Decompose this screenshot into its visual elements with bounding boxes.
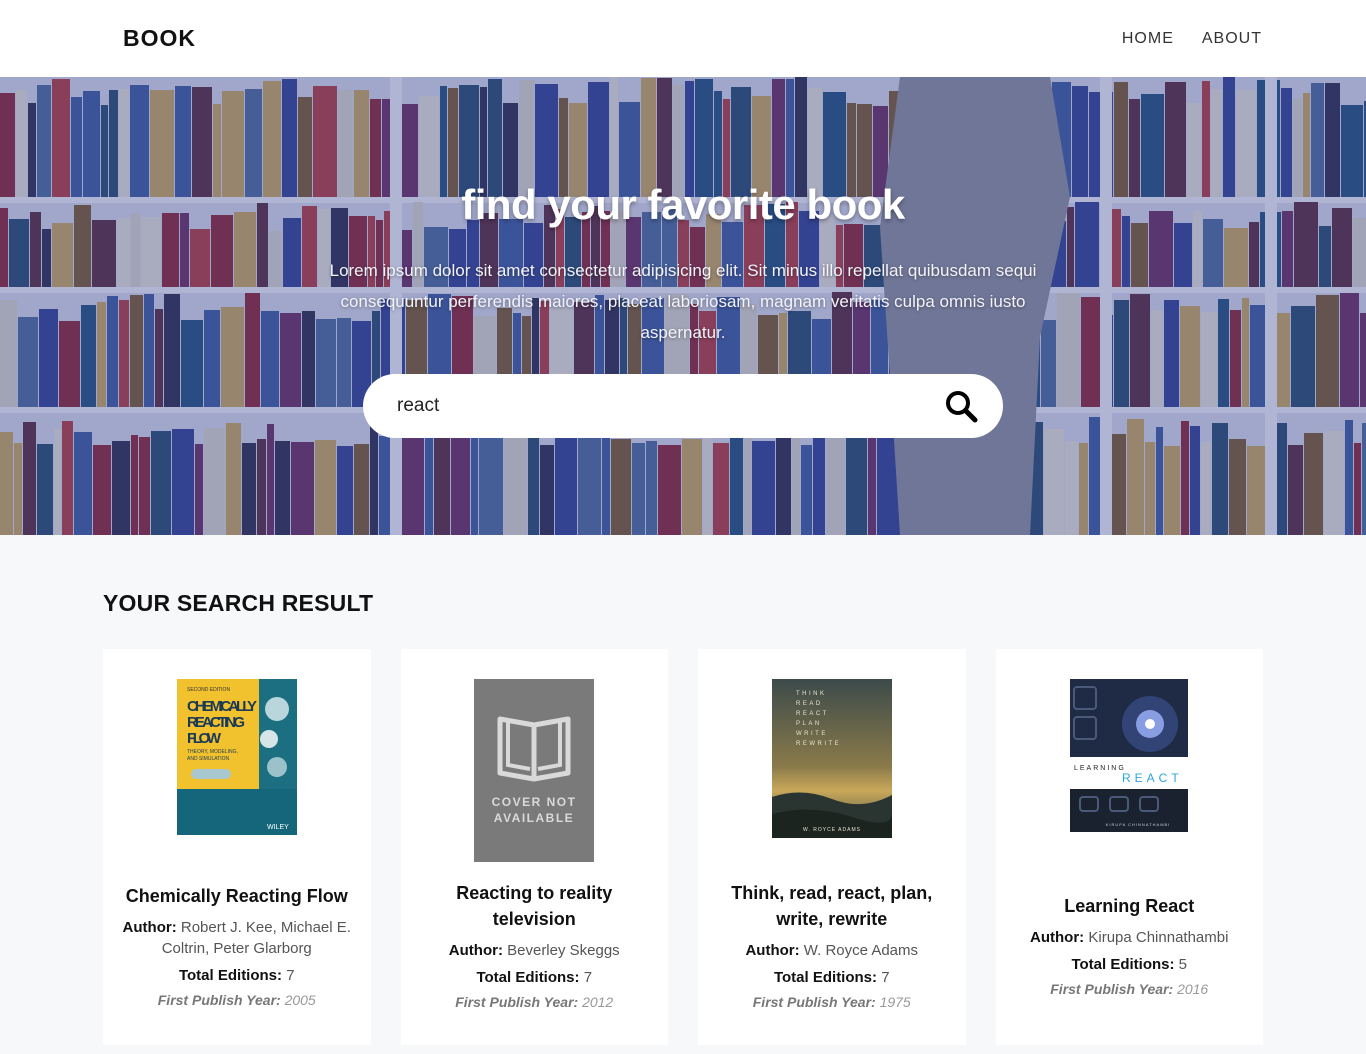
nav-about-link[interactable]: ABOUT <box>1202 30 1262 48</box>
book-cover: LEARNING REACT KIRUPA CHINNATHAMBI <box>1070 679 1189 869</box>
editions-label: Total Editions: <box>178 966 283 984</box>
book-title[interactable]: Reacting to reality television <box>417 880 653 932</box>
cover-word-4: PLAN <box>796 721 822 727</box>
book-publish-year: First Publish Year: 1975 <box>714 994 950 1010</box>
book-card[interactable]: THINK READ REACT PLAN WRITE REWRITE W. R… <box>698 649 966 1045</box>
book-cover-image: THINK READ REACT PLAN WRITE REWRITE W. R… <box>771 679 892 838</box>
cover-title-line-1: CHEMICALLY <box>187 698 257 715</box>
book-author: Author: W. Royce Adams <box>714 940 950 961</box>
search-input[interactable] <box>397 395 941 417</box>
author-label: Author: <box>1030 929 1085 946</box>
results-heading: YOUR SEARCH RESULT <box>103 590 374 616</box>
cover-unavailable-line-1: COVER NOT <box>492 795 577 809</box>
editions-value: 5 <box>1178 956 1188 973</box>
author-label: Author: <box>448 942 503 959</box>
author-value: Beverley Skeggs <box>507 942 620 959</box>
brand-logo[interactable]: BOOK <box>123 25 196 52</box>
book-card[interactable]: COVER NOT AVAILABLE Reacting to reality … <box>400 649 668 1045</box>
book-cover-image: LEARNING REACT KIRUPA CHINNATHAMBI <box>1070 679 1189 832</box>
book-editions: Total Editions: 5 <box>1030 954 1228 975</box>
hero-banner: find your favorite book Lorem ipsum dolo… <box>0 77 1366 535</box>
cover-word-6: REWRITE <box>796 741 841 747</box>
author-value: Kirupa Chinnathambi <box>1088 929 1229 946</box>
book-editions: Total Editions: 7 <box>119 965 355 986</box>
cover-word-1: THINK <box>796 691 827 697</box>
book-info: Chemically Reacting Flow Author: Robert … <box>119 869 355 1045</box>
editions-label: Total Editions: <box>1071 956 1175 973</box>
year-value: 2016 <box>1177 981 1209 997</box>
cover-title-line-3: FLOW <box>187 730 222 747</box>
book-title[interactable]: Learning React <box>1030 893 1228 919</box>
results-grid: SECOND EDITION CHEMICALLY REACTING FLOW … <box>103 649 1263 1045</box>
book-publish-year: First Publish Year: 2005 <box>119 992 355 1008</box>
hero-description: Lorem ipsum dolor sit amet consectetur a… <box>329 261 1037 342</box>
book-cover: SECOND EDITION CHEMICALLY REACTING FLOW … <box>176 679 297 869</box>
cover-learning-text: LEARNING <box>1074 765 1126 772</box>
cover-author: KIRUPA CHINNATHAMBI <box>1106 822 1171 827</box>
cover-subtitle-1: THEORY, MODELING, <box>187 749 238 755</box>
author-value: Robert J. Kee, Michael E. Coltrin, Peter… <box>161 918 351 957</box>
cover-not-available-image: COVER NOT AVAILABLE <box>474 679 595 862</box>
book-info: Reacting to reality television Author: B… <box>417 869 653 1045</box>
book-card[interactable]: SECOND EDITION CHEMICALLY REACTING FLOW … <box>103 649 371 1045</box>
cover-subtitle-2: AND SIMULATION <box>187 756 230 762</box>
book-card[interactable]: LEARNING REACT KIRUPA CHINNATHAMBI Learn… <box>995 649 1263 1045</box>
author-value: W. Royce Adams <box>803 942 919 959</box>
cover-edition: SECOND EDITION <box>187 687 230 693</box>
hero-title: find your favorite book <box>461 181 905 228</box>
year-value: 2012 <box>582 994 614 1010</box>
year-value: 1975 <box>879 994 911 1010</box>
nav-home-link[interactable]: HOME <box>1122 30 1174 48</box>
cover-author: W. ROYCE ADAMS <box>803 827 861 833</box>
year-label: First Publish Year: <box>752 994 876 1010</box>
cover-unavailable-line-2: AVAILABLE <box>494 811 574 825</box>
cover-word-3: REACT <box>796 711 829 717</box>
search-button[interactable] <box>941 386 981 426</box>
book-cover: THINK READ REACT PLAN WRITE REWRITE W. R… <box>771 679 892 869</box>
cover-react-text: REACT <box>1122 771 1183 785</box>
book-editions: Total Editions: 7 <box>417 967 653 988</box>
search-icon <box>946 391 978 423</box>
book-author: Author: Kirupa Chinnathambi <box>1030 927 1228 948</box>
year-label: First Publish Year: <box>157 991 281 1008</box>
book-editions: Total Editions: 7 <box>714 967 950 988</box>
book-info: Think, read, react, plan, write, rewrite… <box>714 869 950 1045</box>
editions-value: 7 <box>583 969 593 986</box>
hero-content: find your favorite book Lorem ipsum dolo… <box>0 181 1366 348</box>
author-label: Author: <box>122 918 177 936</box>
cover-word-5: WRITE <box>796 731 828 737</box>
search-box <box>363 374 1003 438</box>
book-author: Author: Beverley Skeggs <box>417 940 653 961</box>
book-publish-year: First Publish Year: 2016 <box>1030 981 1228 997</box>
year-value: 2005 <box>284 991 316 1008</box>
book-title[interactable]: Chemically Reacting Flow <box>119 883 355 909</box>
book-cover-image: SECOND EDITION CHEMICALLY REACTING FLOW … <box>176 679 297 835</box>
year-label: First Publish Year: <box>455 994 579 1010</box>
cover-word-2: READ <box>796 701 823 707</box>
editions-value: 7 <box>881 969 890 986</box>
book-info: Learning React Author: Kirupa Chinnatham… <box>1030 869 1228 1045</box>
book-publish-year: First Publish Year: 2012 <box>417 994 653 1010</box>
year-label: First Publish Year: <box>1050 981 1174 997</box>
editions-label: Total Editions: <box>773 969 878 986</box>
cover-title-line-2: REACTING <box>187 714 245 731</box>
navbar: BOOK HOME ABOUT <box>0 0 1366 77</box>
editions-label: Total Editions: <box>476 969 580 986</box>
nav-links: HOME ABOUT <box>1122 30 1262 48</box>
search-results-section: YOUR SEARCH RESULT SECOND EDITION CHEMIC… <box>0 535 1366 1045</box>
book-cover: COVER NOT AVAILABLE <box>474 679 595 869</box>
author-label: Author: <box>745 942 800 959</box>
book-title[interactable]: Think, read, react, plan, write, rewrite <box>714 880 950 932</box>
editions-value: 7 <box>286 966 295 984</box>
book-author: Author: Robert J. Kee, Michael E. Coltri… <box>119 917 355 959</box>
cover-publisher: WILEY <box>267 824 289 831</box>
